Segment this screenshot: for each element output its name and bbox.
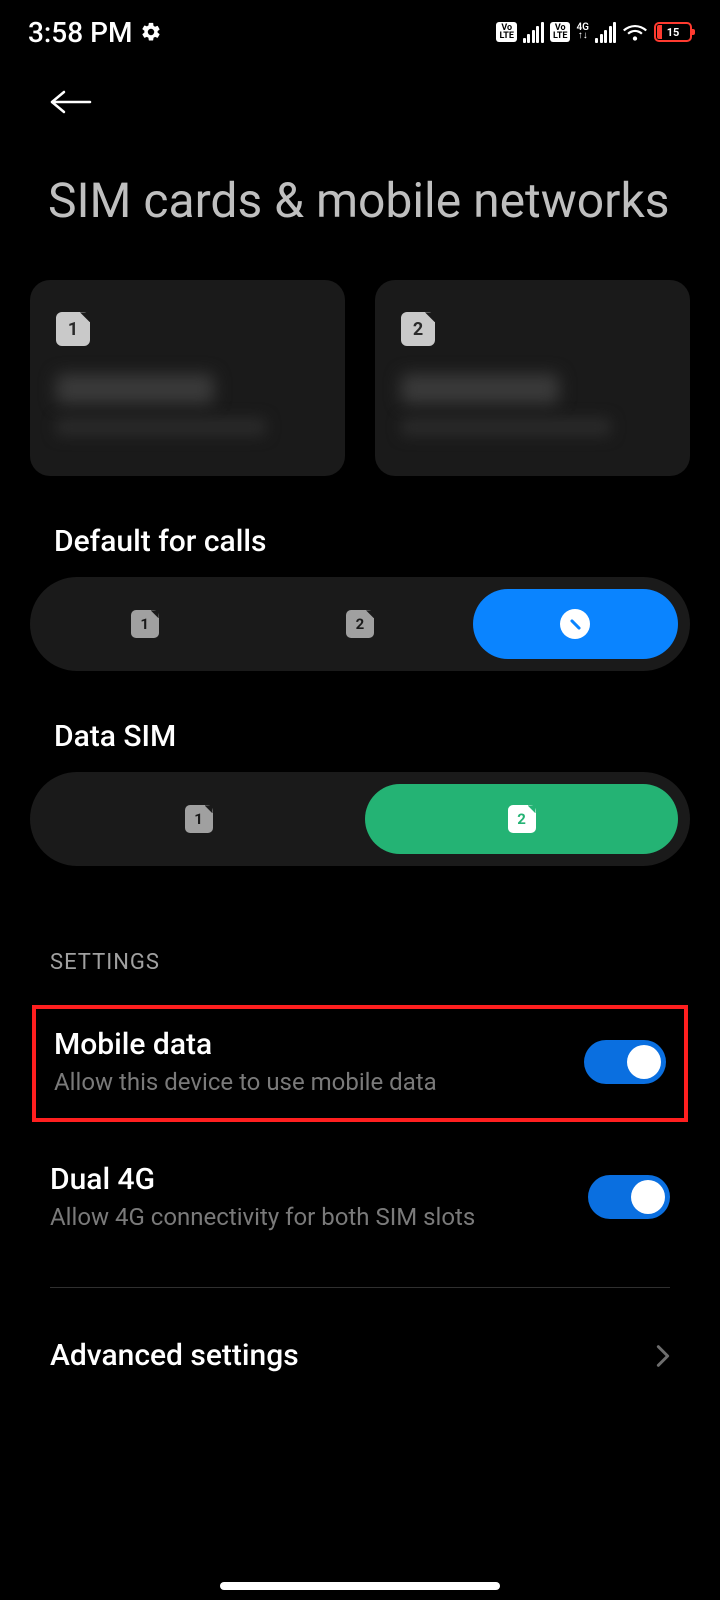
signal-sim2-icon (595, 22, 616, 43)
default-calls-sim2[interactable]: 2 (257, 589, 462, 659)
mobile-data-title: Mobile data (54, 1027, 437, 1062)
sim-chip-icon: 1 (185, 805, 213, 833)
sim-card-1[interactable]: 1 (30, 280, 345, 476)
mobile-data-row[interactable]: Mobile data Allow this device to use mob… (36, 1009, 684, 1118)
back-arrow-icon[interactable] (48, 84, 96, 120)
advanced-settings-row[interactable]: Advanced settings (0, 1288, 720, 1373)
mobile-data-subtitle: Allow this device to use mobile data (54, 1068, 437, 1096)
advanced-settings-title: Advanced settings (50, 1338, 299, 1373)
volte-icon-2: VoLTE (550, 22, 571, 42)
status-right: VoLTE VoLTE 4G ↑↓ 15 (496, 21, 692, 43)
data-sim-2[interactable]: 2 (365, 784, 678, 854)
no-preference-icon (560, 609, 590, 639)
sim-chip-icon: 2 (346, 610, 374, 638)
data-sim-1[interactable]: 1 (42, 784, 355, 854)
volte-icon: VoLTE (496, 22, 517, 42)
page-title: SIM cards & mobile networks (0, 134, 720, 232)
battery-icon: 15 (654, 22, 692, 42)
dual-4g-row[interactable]: Dual 4G Allow 4G connectivity for both S… (0, 1122, 720, 1261)
mobile-data-highlight: Mobile data Allow this device to use mob… (32, 1005, 688, 1122)
status-left: 3:58 PM (28, 16, 162, 49)
network-type-icon: 4G ↑↓ (576, 24, 589, 40)
dual-4g-title: Dual 4G (50, 1162, 475, 1197)
data-sim-label: Data SIM (0, 671, 720, 772)
home-indicator[interactable] (220, 1582, 500, 1590)
sim-chip-icon: 2 (508, 805, 536, 833)
sim-chip-icon: 1 (131, 610, 159, 638)
mobile-data-toggle[interactable] (584, 1040, 666, 1084)
settings-section-header: SETTINGS (0, 866, 720, 1005)
settings-gear-icon (140, 21, 162, 43)
status-bar: 3:58 PM VoLTE VoLTE 4G ↑↓ 15 (0, 0, 720, 60)
default-calls-sim1[interactable]: 1 (42, 589, 247, 659)
dual-4g-toggle[interactable] (588, 1175, 670, 1219)
sim2-number-redacted (401, 418, 611, 436)
default-calls-label: Default for calls (0, 476, 720, 577)
sim1-number-redacted (56, 418, 266, 436)
sim1-name-redacted (56, 374, 214, 404)
default-calls-selector: 1 2 (30, 577, 690, 671)
chevron-right-icon (656, 1344, 670, 1368)
sim-chip-icon: 1 (56, 312, 90, 346)
default-calls-ask[interactable] (473, 589, 678, 659)
sim-card-2[interactable]: 2 (375, 280, 690, 476)
dual-4g-subtitle: Allow 4G connectivity for both SIM slots (50, 1203, 475, 1231)
sim-chip-icon: 2 (401, 312, 435, 346)
status-time: 3:58 PM (28, 16, 132, 49)
sim-card-row: 1 2 (0, 232, 720, 476)
wifi-icon (622, 21, 648, 43)
signal-sim1-icon (523, 22, 544, 43)
sim2-name-redacted (401, 374, 559, 404)
data-sim-selector: 1 2 (30, 772, 690, 866)
